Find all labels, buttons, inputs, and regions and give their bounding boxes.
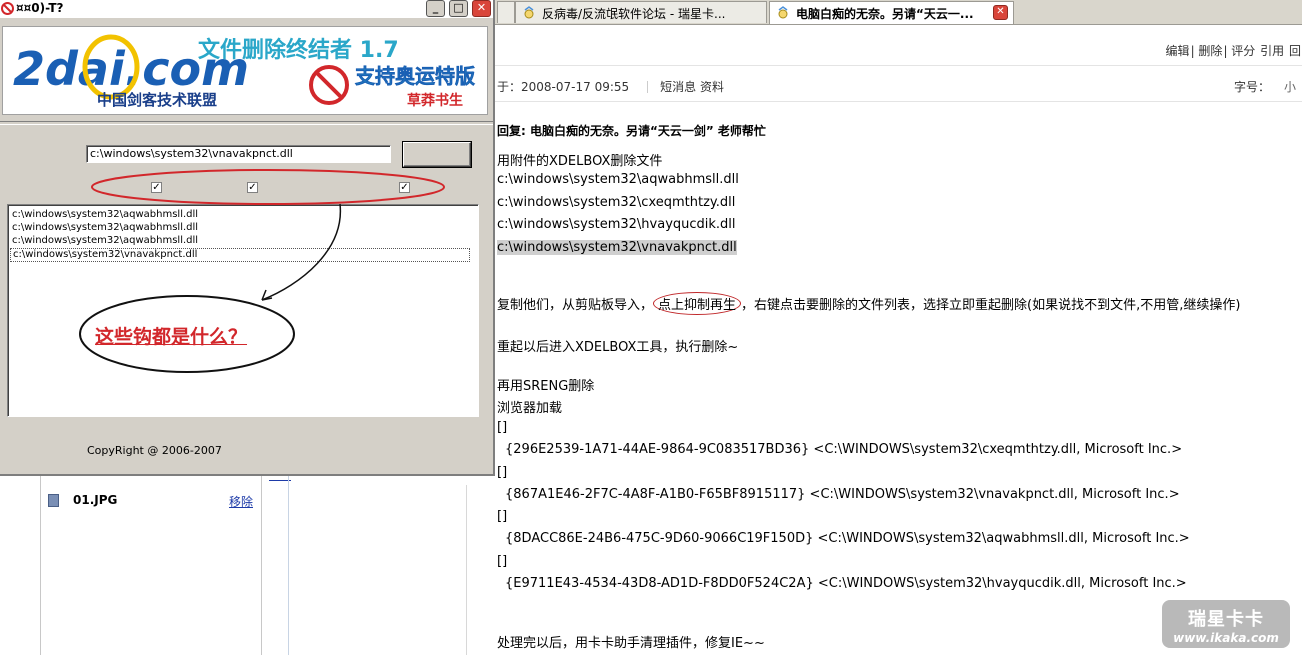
- tab-stub[interactable]: [497, 1, 515, 23]
- divider: [647, 81, 649, 93]
- pm-link[interactable]: 短消息: [660, 80, 696, 94]
- clsid-line: {867A1E46-2F7C-4A8F-A1B0-F65BF8915117} <…: [505, 487, 1180, 502]
- xdelbox-window: ¤¤0)-T? _ □ ✕ 2dai.com 中国剑客技术联盟 文件删除终结者 …: [0, 0, 495, 476]
- post-operations: 编辑| 删除| 评分 引用 回: [1165, 44, 1301, 58]
- clsid-line: {E9711E43-4534-43D8-AD1D-F8DD0F524C2A} <…: [505, 576, 1187, 591]
- tab-forum[interactable]: 反病毒/反流氓软件论坛 - 瑞星卡...: [515, 1, 767, 23]
- option-checkbox-1[interactable]: ✓: [151, 182, 162, 193]
- no-entry-icon: [309, 65, 349, 105]
- tab-label: 反病毒/反流氓软件论坛 - 瑞星卡...: [542, 7, 726, 21]
- post-title: 回复: 电脑白痴的无奈。另请“天云一剑” 老师帮忙: [497, 124, 766, 138]
- tab-current-post[interactable]: 电脑白痴的无奈。另请“天云一... ✕: [769, 1, 1014, 24]
- profile-link[interactable]: 资料: [700, 80, 724, 94]
- brand-watermark: 瑞星卡卡 www.ikaka.com: [1162, 600, 1290, 648]
- minimize-button[interactable]: _: [426, 0, 445, 17]
- app-icon: [1, 2, 14, 15]
- page-icon: [778, 6, 788, 19]
- list-item-selected[interactable]: c:\windows\system32\vnavakpnct.dll: [10, 248, 470, 262]
- bracket: []: [497, 554, 508, 569]
- copyright-text: CopyRight @ 2006-2007: [87, 444, 222, 457]
- image-file-icon: [48, 494, 59, 507]
- file-path-input[interactable]: c:\windows\system32\vnavakpnct.dll: [86, 145, 391, 163]
- bracket: []: [497, 420, 508, 435]
- instr-post: ，右键点击要删除的文件列表，选择立即重起删除(如果说找不到文件,不用管,继续操作…: [741, 298, 1241, 313]
- instr-pre: 复制他们，从剪贴板导入，: [497, 298, 654, 313]
- banner-edition: 支持奥运特版: [355, 64, 475, 88]
- divider: [288, 476, 289, 655]
- bracket: []: [497, 465, 508, 480]
- option-checkbox-2[interactable]: ✓: [247, 182, 258, 193]
- app-banner: 2dai.com 中国剑客技术联盟 文件删除终结者 1.7 支持奥运特版 草莽书…: [2, 26, 488, 115]
- list-item[interactable]: c:\windows\system32\aqwabhmsll.dll: [12, 235, 198, 247]
- list-item[interactable]: c:\windows\system32\aqwabhmsll.dll: [12, 222, 198, 234]
- delete-link[interactable]: 删除: [1198, 44, 1222, 58]
- post-instructions: 复制他们，从剪贴板导入， 点上抑制再生 ，右键点击要删除的文件列表，选择立即重起删除…: [497, 292, 1240, 315]
- font-size-control: 字号： 小: [1234, 78, 1296, 95]
- post-line: 用附件的XDELBOX删除文件: [497, 154, 663, 169]
- list-item[interactable]: c:\windows\system32\aqwabhmsll.dll: [12, 209, 198, 221]
- attachment-item: 01.JPG 移除: [48, 493, 253, 511]
- divider: [466, 485, 467, 655]
- attachment-name: 01.JPG: [73, 493, 118, 507]
- post-line: c:\windows\system32\aqwabhmsll.dll: [497, 172, 739, 187]
- divider: [466, 101, 1302, 102]
- page-icon: [524, 6, 534, 19]
- circled-text: 点上抑制再生: [653, 292, 742, 315]
- divider: [466, 65, 1302, 66]
- post-line: 再用SRENG删除: [497, 379, 595, 394]
- edit-link[interactable]: 编辑: [1166, 44, 1190, 58]
- post-line: 处理完以后，用卡卡助手清理插件，修复IE~~: [497, 636, 765, 651]
- reply-link[interactable]: 回: [1289, 44, 1301, 58]
- bracket: []: [497, 509, 508, 524]
- post-line: c:\windows\system32\cxeqmthtzy.dll: [497, 195, 736, 210]
- post-line: c:\windows\system32\hvayqucdik.dll: [497, 217, 736, 232]
- close-tab-icon[interactable]: ✕: [993, 5, 1008, 20]
- maximize-button[interactable]: □: [449, 0, 468, 17]
- tab-label: 电脑白痴的无奈。另请“天云一...: [796, 7, 974, 21]
- watermark-url: www.ikaka.com: [1173, 631, 1279, 645]
- meta-prefix: 于：: [497, 80, 522, 94]
- quote-link[interactable]: 引用: [1260, 44, 1284, 58]
- post-line-highlighted: c:\windows\system32\vnavakpnct.dll: [497, 240, 737, 255]
- divider: [0, 121, 493, 125]
- banner-org: 中国剑客技术联盟: [97, 91, 217, 109]
- window-titlebar[interactable]: ¤¤0)-T? _ □ ✕: [0, 0, 493, 18]
- banner-product: 文件删除终结者 1.7: [198, 37, 399, 63]
- annotation-question: 这些钩都是什么？: [95, 326, 248, 348]
- banner-logo: 2dai.com 中国剑客技术联盟 文件删除终结者 1.7 支持奥运特版 草莽书…: [13, 34, 475, 109]
- add-button[interactable]: [403, 142, 471, 167]
- attachment-panel: 01.JPG 移除: [0, 476, 291, 655]
- close-button[interactable]: ✕: [472, 0, 491, 17]
- font-size-label: 字号：: [1234, 80, 1271, 94]
- post-time: 2008-07-17 09:55: [521, 80, 630, 94]
- watermark-brand: 瑞星卡卡: [1188, 609, 1264, 630]
- file-list[interactable]: c:\windows\system32\aqwabhmsll.dll c:\wi…: [7, 204, 479, 417]
- post-line: 重起以后进入XDELBOX工具，执行删除~: [497, 340, 739, 355]
- option-checkbox-3[interactable]: ✓: [399, 182, 410, 193]
- rate-link[interactable]: 评分: [1231, 44, 1255, 58]
- remove-attachment-link[interactable]: 移除: [229, 493, 253, 510]
- clsid-line: {8DACC86E-24B6-475C-9D60-9066C19F150D} <…: [505, 531, 1190, 546]
- clsid-line: {296E2539-1A71-44AE-9864-9C083517BD36} <…: [505, 442, 1183, 457]
- banner-author: 草莽书生: [407, 92, 463, 109]
- post-line: 浏览器加载: [497, 401, 563, 416]
- window-title: ¤¤0)-T?: [16, 1, 64, 15]
- post-meta: 于：2008-07-17 09:55 短消息 资料: [497, 78, 724, 95]
- font-small-link[interactable]: 小: [1284, 80, 1296, 94]
